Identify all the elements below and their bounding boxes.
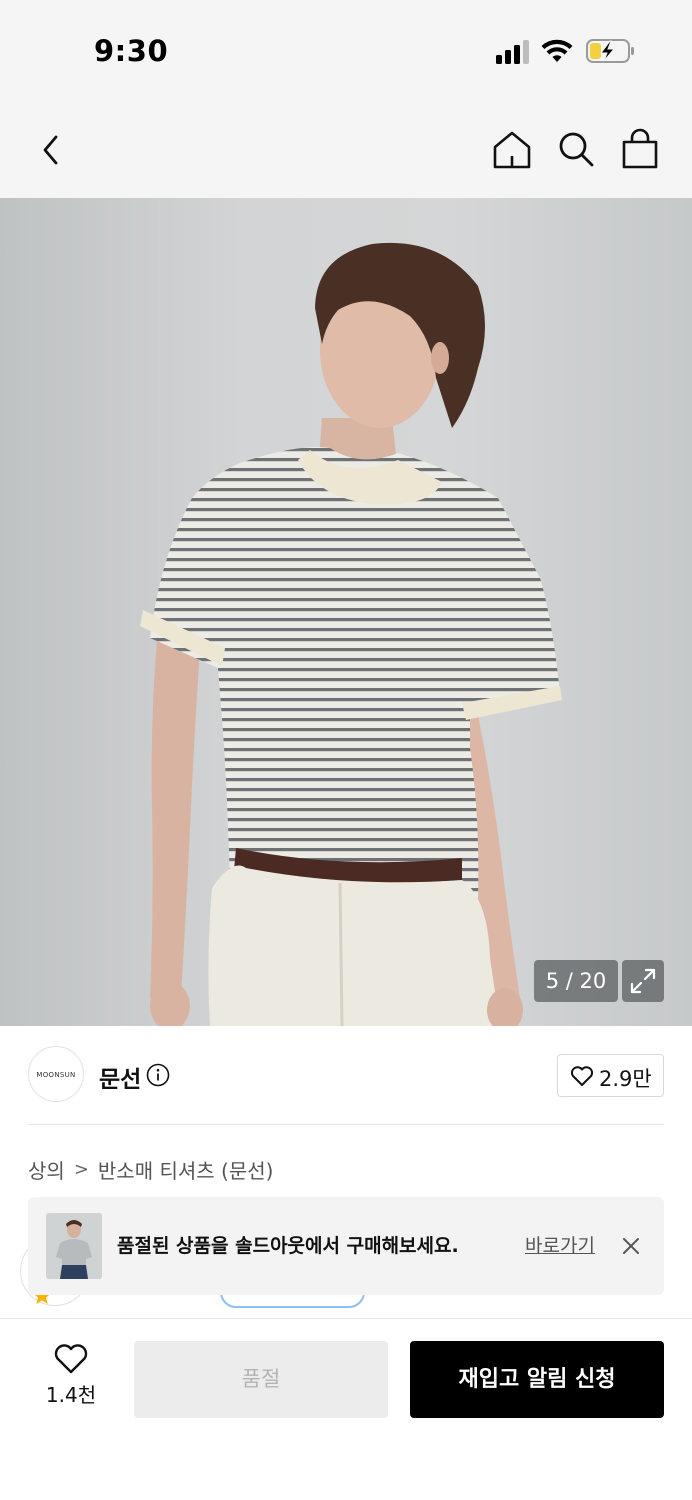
bottom-action-bar: 1.4천 품절 재입고 알림 신청	[0, 1319, 692, 1500]
image-counter: 5 / 20	[534, 960, 618, 1002]
breadcrumb-separator: >	[73, 1158, 89, 1180]
heart-outline-icon	[54, 1344, 88, 1374]
search-icon[interactable]	[554, 128, 598, 172]
close-icon[interactable]	[620, 1235, 642, 1257]
soldout-thumbnail	[46, 1213, 102, 1279]
wishlist-button[interactable]: 1.4천	[36, 1343, 106, 1413]
soldout-message: 품절된 상품을 솔드아웃에서 구매해보세요.	[117, 1235, 459, 1257]
back-chevron-icon[interactable]	[30, 128, 74, 172]
brand-like-count: 2.9만	[599, 1067, 652, 1091]
go-now-link[interactable]: 바로가기	[525, 1231, 595, 1258]
brand-name[interactable]: 문선	[99, 1060, 141, 1094]
heart-outline-icon	[570, 1066, 594, 1086]
breadcrumb: 상의 > 반소매 티셔츠 (문선)	[28, 1154, 273, 1184]
wishlist-count: 1.4천	[45, 1383, 97, 1407]
soldout-button[interactable]: 품절	[134, 1341, 388, 1418]
brand-like-button[interactable]: 2.9만	[557, 1054, 664, 1097]
breadcrumb-item-category[interactable]: 상의	[28, 1155, 65, 1184]
brand-row: MOONSUN 문선 2.9만	[0, 1026, 692, 1126]
soldout-banner: 품절된 상품을 솔드아웃에서 구매해보세요. 바로가기	[28, 1197, 664, 1295]
home-icon[interactable]	[490, 128, 534, 172]
top-navigation-bar	[0, 100, 692, 198]
battery-charging-icon	[586, 39, 634, 63]
status-bar: 9:30	[0, 0, 692, 100]
shopping-bag-icon[interactable]	[618, 128, 662, 172]
product-image[interactable]	[0, 198, 692, 1026]
info-icon[interactable]	[146, 1063, 170, 1087]
wifi-icon	[541, 39, 573, 62]
expand-icon	[630, 968, 656, 994]
cellular-signal-icon	[496, 40, 529, 64]
expand-image-button[interactable]	[622, 960, 664, 1002]
divider	[28, 1124, 664, 1125]
breadcrumb-item-subcategory[interactable]: 반소매 티셔츠 (문선)	[98, 1155, 274, 1184]
status-time: 9:30	[94, 34, 169, 68]
restock-alert-button[interactable]: 재입고 알림 신청	[410, 1341, 664, 1418]
product-photo-model	[140, 242, 562, 1026]
brand-logo[interactable]: MOONSUN	[28, 1046, 84, 1102]
